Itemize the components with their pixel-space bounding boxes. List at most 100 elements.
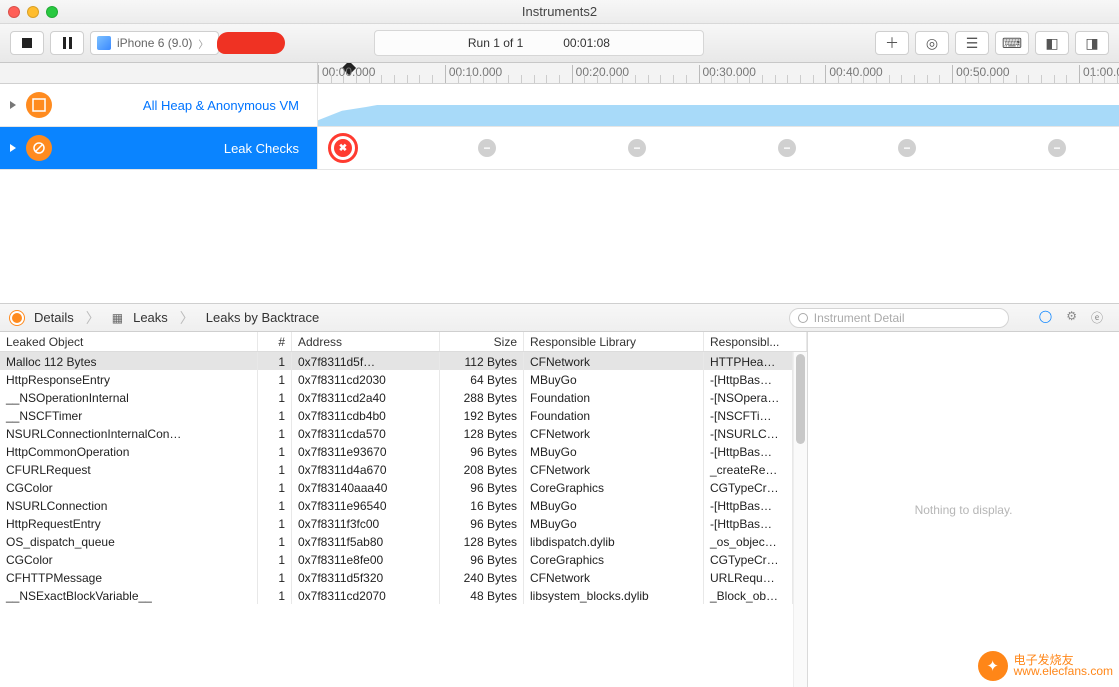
ruler-tick: 00:10.000 (445, 65, 502, 83)
table-body: Malloc 112 Bytes10x7f8311d5f…112 BytesCF… (0, 352, 793, 687)
extended-detail-button[interactable]: ◯ (1039, 309, 1052, 326)
toolbar: iPhone 6 (9.0) 〉 Run 1 of 1 00:01:08 ＋ ◎… (0, 24, 1119, 63)
info-e-icon[interactable]: ⓔ (1091, 309, 1103, 326)
table-row[interactable]: Malloc 112 Bytes10x7f8311d5f…112 BytesCF… (0, 352, 793, 370)
table-row[interactable]: CGColor10x7f8311e8fe0096 BytesCoreGraphi… (0, 550, 793, 568)
cell-addr: 0x7f8311e8fe00 (292, 550, 440, 568)
cell-addr: 0x7f8311d5f320 (292, 568, 440, 586)
cell-obj: HttpRequestEntry (0, 514, 258, 532)
table-row[interactable]: __NSCFTimer10x7f8311cdb4b0192 BytesFound… (0, 406, 793, 424)
leak-marker-red[interactable] (334, 139, 352, 157)
instrument-row-leaks[interactable]: Leak Checks (0, 127, 1119, 170)
scrollbar-thumb[interactable] (796, 354, 805, 444)
cell-addr: 0x7f83140aaa40 (292, 478, 440, 496)
view-keyboard-button[interactable]: ⌨ (995, 31, 1029, 55)
filter-placeholder: Instrument Detail (814, 311, 905, 325)
table-row[interactable]: NSURLConnection10x7f8311e9654016 BytesMB… (0, 496, 793, 514)
table-row[interactable]: __NSExactBlockVariable__10x7f8311cd20704… (0, 586, 793, 604)
target-selector[interactable]: iPhone 6 (9.0) 〉 (90, 31, 219, 55)
filter-input[interactable]: Instrument Detail (789, 308, 1009, 328)
cell-addr: 0x7f8311e93670 (292, 442, 440, 460)
leak-marker[interactable] (898, 139, 916, 157)
cell-lib: MBuyGo (524, 370, 704, 388)
track-empty-area (0, 170, 1119, 303)
details-button[interactable]: Details (34, 310, 74, 325)
table-header[interactable]: Leaked Object # Address Size Responsible… (0, 332, 807, 352)
cell-lib: MBuyGo (524, 496, 704, 514)
cell-ct: 1 (258, 550, 292, 568)
cell-ct: 1 (258, 460, 292, 478)
cell-obj: __NSCFTimer (0, 406, 258, 424)
cell-size: 96 Bytes (440, 514, 524, 532)
vertical-scrollbar[interactable] (793, 352, 807, 687)
cell-addr: 0x7f8311cda570 (292, 424, 440, 442)
toggle-left-panel-button[interactable]: ◧ (1035, 31, 1069, 55)
leak-marker[interactable] (628, 139, 646, 157)
table-row[interactable]: HttpRequestEntry10x7f8311f3fc0096 BytesM… (0, 514, 793, 532)
table-row[interactable]: OS_dispatch_queue10x7f8311f5ab80128 Byte… (0, 532, 793, 550)
instrument-row-allocations[interactable]: All Heap & Anonymous VM (0, 84, 1119, 127)
cell-obj: CGColor (0, 478, 258, 496)
leak-marker[interactable] (778, 139, 796, 157)
ruler-tick: 00:50.000 (952, 65, 1009, 83)
time-ruler[interactable]: 00:00.00000:10.00000:20.00000:30.00000:4… (0, 63, 1119, 84)
col-responsible-library[interactable]: Responsible Library (524, 332, 704, 351)
table-row[interactable]: HttpResponseEntry10x7f8311cd203064 Bytes… (0, 370, 793, 388)
view-list-button[interactable]: ☰ (955, 31, 989, 55)
col-leaked-object[interactable]: Leaked Object (0, 332, 258, 351)
table-row[interactable]: HttpCommonOperation10x7f8311e9367096 Byt… (0, 442, 793, 460)
run-display[interactable]: Run 1 of 1 00:01:08 (374, 30, 704, 56)
allocations-icon (26, 92, 52, 118)
add-instrument-button[interactable]: ＋ (875, 31, 909, 55)
settings-gear-icon[interactable]: ⚙ (1066, 309, 1077, 326)
pause-button[interactable] (50, 31, 84, 55)
record-stop-button[interactable] (10, 31, 44, 55)
cell-obj: __NSExactBlockVariable__ (0, 586, 258, 604)
table-row[interactable]: CGColor10x7f83140aaa4096 BytesCoreGraphi… (0, 478, 793, 496)
strategy-button[interactable]: ◎ (915, 31, 949, 55)
breadcrumb-leaks[interactable]: Leaks (133, 310, 168, 325)
ruler-tick: 01:00.000 (1079, 65, 1119, 83)
lower-pane: Leaked Object # Address Size Responsible… (0, 332, 1119, 687)
leaks-track[interactable] (318, 127, 1119, 169)
cell-ct: 1 (258, 406, 292, 424)
disclosure-triangle-icon[interactable] (10, 144, 20, 152)
cell-size: 96 Bytes (440, 442, 524, 460)
cell-resp: -[NSCFTi… (704, 406, 793, 424)
cell-lib: CFNetwork (524, 424, 704, 442)
cell-size: 64 Bytes (440, 370, 524, 388)
col-count[interactable]: # (258, 332, 292, 351)
instrument-dot-icon (10, 311, 24, 325)
leak-marker[interactable] (478, 139, 496, 157)
cell-obj: CGColor (0, 550, 258, 568)
cell-lib: CFNetwork (524, 352, 704, 370)
table-row[interactable]: NSURLConnectionInternalCon…10x7f8311cda5… (0, 424, 793, 442)
cell-addr: 0x7f8311d4a670 (292, 460, 440, 478)
cell-lib: CFNetwork (524, 568, 704, 586)
breadcrumb-backtrace[interactable]: Leaks by Backtrace (206, 310, 319, 325)
cell-lib: libsystem_blocks.dylib (524, 586, 704, 604)
run-label: Run 1 of 1 (468, 36, 523, 50)
table-row[interactable]: CFURLRequest10x7f8311d4a670208 BytesCFNe… (0, 460, 793, 478)
cell-lib: CoreGraphics (524, 478, 704, 496)
allocations-track[interactable] (318, 84, 1119, 126)
table-row[interactable]: __NSOperationInternal10x7f8311cd2a40288 … (0, 388, 793, 406)
cell-addr: 0x7f8311cd2a40 (292, 388, 440, 406)
toggle-right-panel-button[interactable]: ◨ (1075, 31, 1109, 55)
col-responsible[interactable]: Responsibl... (704, 332, 807, 351)
col-address[interactable]: Address (292, 332, 440, 351)
disclosure-triangle-icon[interactable] (10, 101, 20, 109)
ruler-tick: 00:40.000 (825, 65, 882, 83)
cell-resp: _createRe… (704, 460, 793, 478)
cell-resp: -[HttpBas… (704, 370, 793, 388)
cell-obj: Malloc 112 Bytes (0, 352, 258, 370)
col-size[interactable]: Size (440, 332, 524, 351)
cell-addr: 0x7f8311cdb4b0 (292, 406, 440, 424)
cell-obj: NSURLConnection (0, 496, 258, 514)
leak-marker[interactable] (1048, 139, 1066, 157)
cell-obj: CFHTTPMessage (0, 568, 258, 586)
table-row[interactable]: CFHTTPMessage10x7f8311d5f320240 BytesCFN… (0, 568, 793, 586)
cell-lib: MBuyGo (524, 514, 704, 532)
plus-icon: ＋ (885, 33, 899, 53)
heap-area-chart (318, 88, 1119, 126)
